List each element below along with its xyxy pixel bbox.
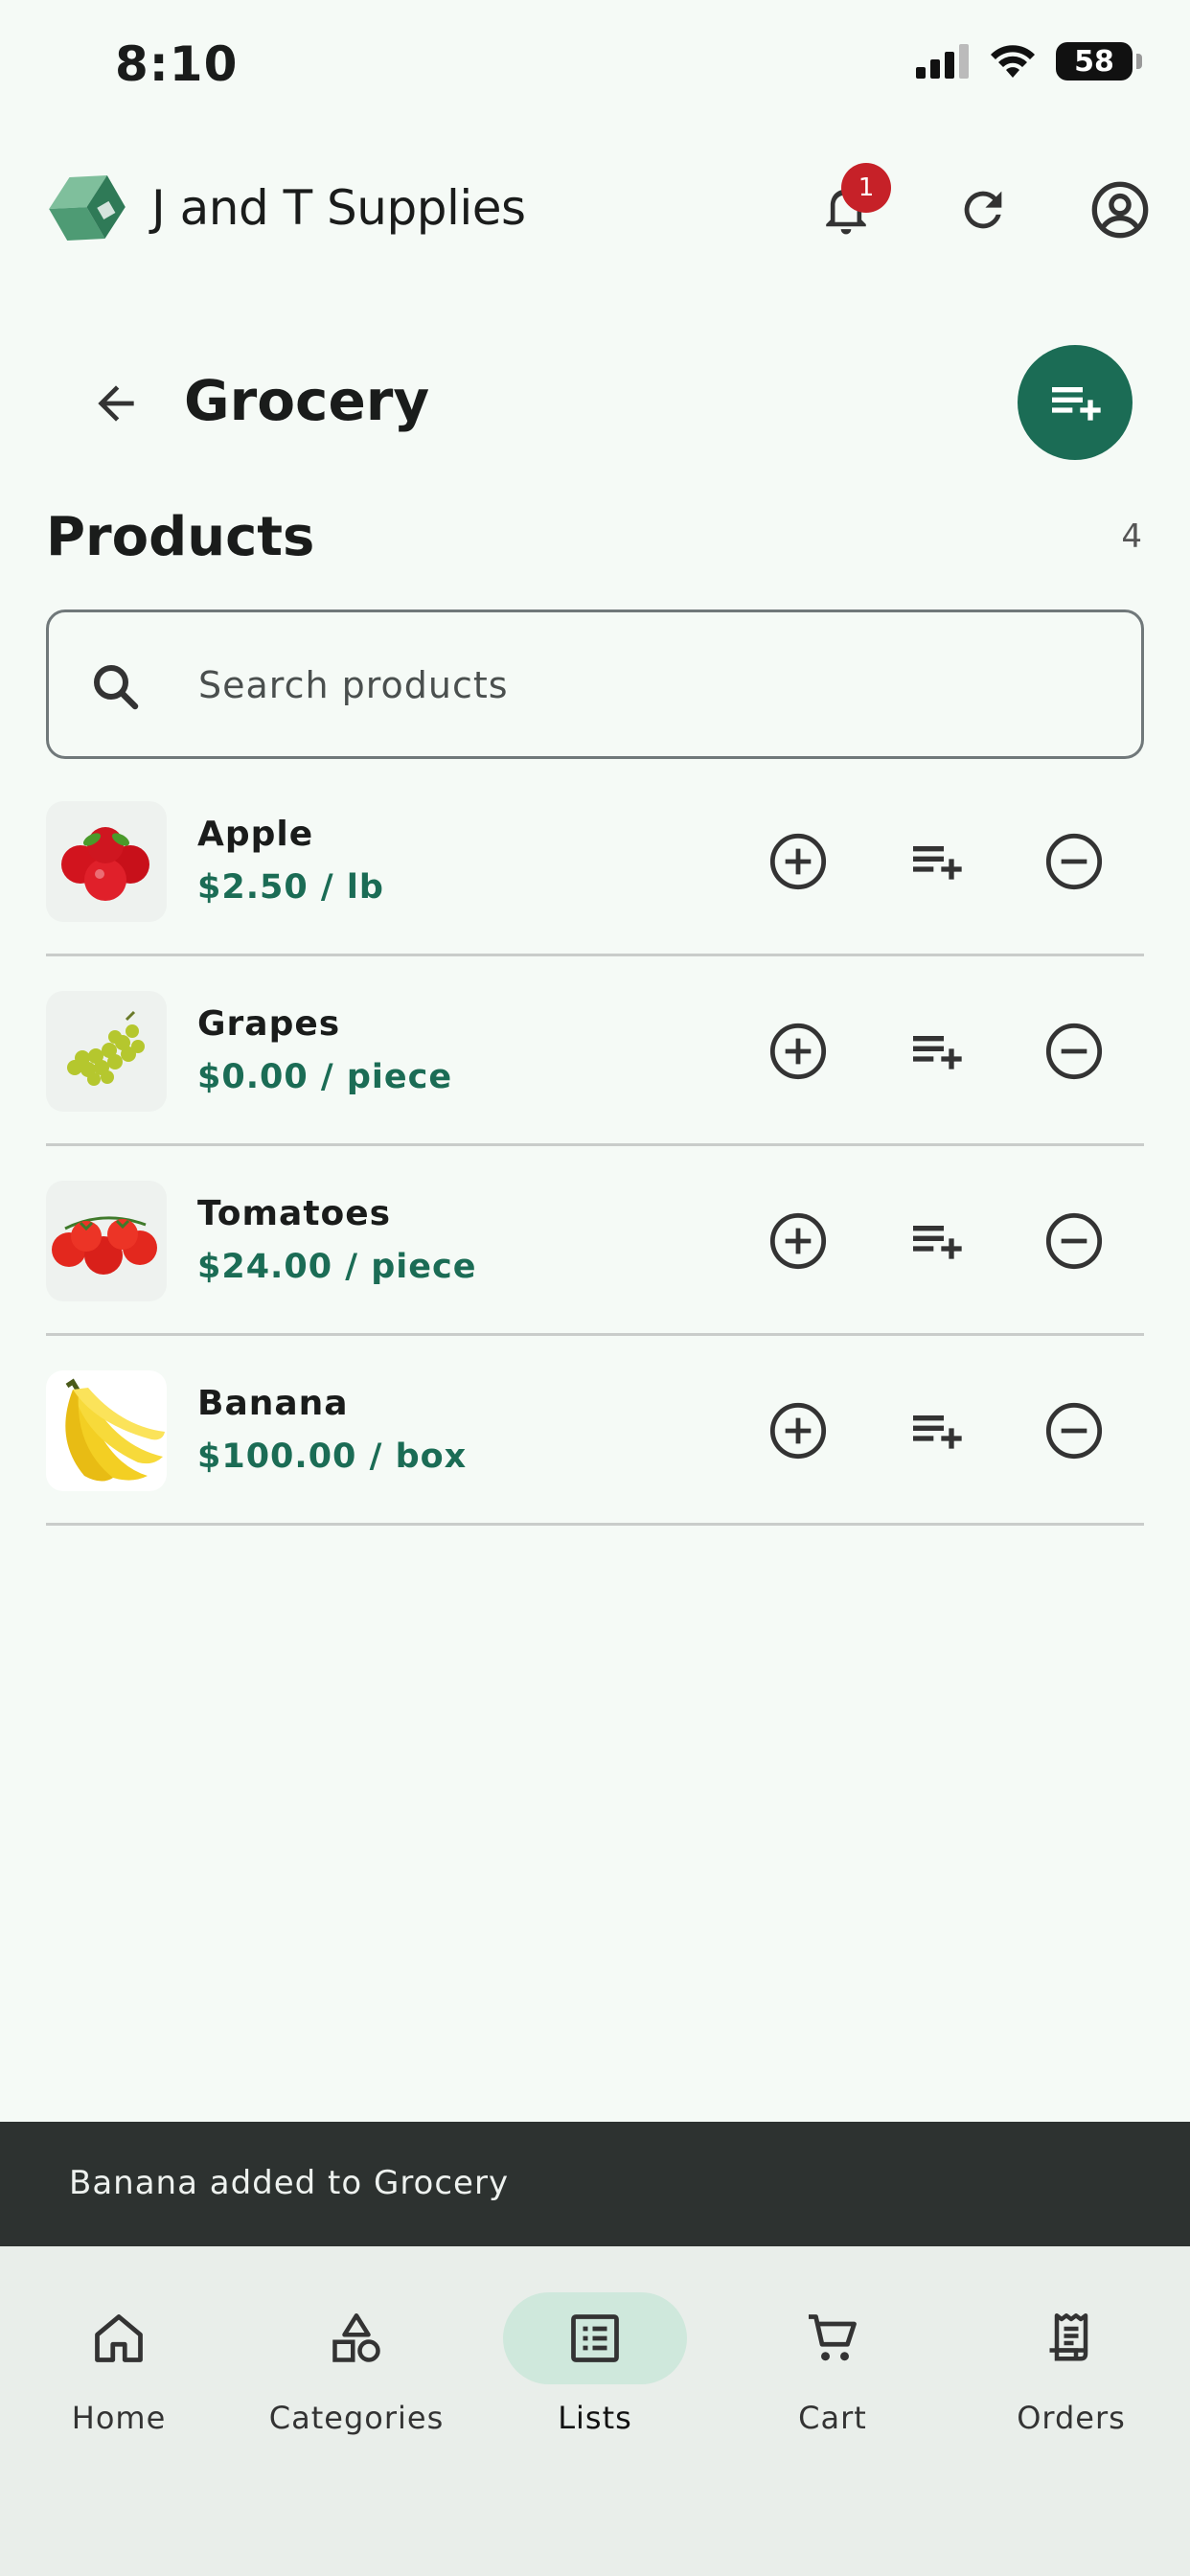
products-heading: Products bbox=[46, 506, 315, 568]
status-bar: 8:10 58 bbox=[0, 0, 1190, 134]
search-input[interactable] bbox=[198, 651, 1061, 720]
add-circle-icon bbox=[769, 833, 827, 890]
account-circle-icon bbox=[1091, 181, 1149, 239]
nav-item-cart[interactable]: Cart bbox=[741, 2292, 978, 2436]
nav-item-home[interactable]: Home bbox=[27, 2292, 264, 2436]
nav-item-lists[interactable]: Lists bbox=[503, 2292, 741, 2436]
product-price: $0.00 / piece bbox=[197, 1058, 453, 1096]
remove-button[interactable] bbox=[1031, 1008, 1117, 1094]
search-field[interactable] bbox=[46, 610, 1144, 759]
product-image-grapes bbox=[46, 991, 167, 1112]
add-to-cart-button[interactable] bbox=[755, 1008, 841, 1094]
remove-button[interactable] bbox=[1031, 1388, 1117, 1474]
add-to-list-fab[interactable] bbox=[1018, 345, 1133, 460]
arrow-back-icon bbox=[98, 385, 134, 422]
list-alt-icon bbox=[571, 2314, 619, 2362]
remove-circle-icon bbox=[1045, 1402, 1103, 1460]
add-to-list-button[interactable] bbox=[893, 818, 979, 905]
add-to-cart-button[interactable] bbox=[755, 1198, 841, 1284]
nav-pill bbox=[979, 2292, 1163, 2384]
nav-label: Home bbox=[71, 2400, 167, 2436]
nav-label: Orders bbox=[1017, 2400, 1126, 2436]
playlist-add-icon bbox=[913, 846, 962, 880]
account-button[interactable] bbox=[1077, 167, 1163, 253]
refresh-icon bbox=[964, 191, 1002, 229]
product-name: Grapes bbox=[197, 1004, 341, 1044]
product-price: $100.00 / box bbox=[197, 1438, 468, 1476]
playlist-add-icon bbox=[913, 1226, 962, 1259]
add-circle-icon bbox=[769, 1402, 827, 1460]
nav-pill bbox=[27, 2292, 211, 2384]
nav-label: Categories bbox=[268, 2400, 445, 2436]
status-icons: 58 bbox=[916, 42, 1142, 80]
product-row: Tomatoes $24.00 / piece bbox=[46, 1146, 1144, 1336]
remove-circle-icon bbox=[1045, 833, 1103, 890]
remove-button[interactable] bbox=[1031, 1198, 1117, 1284]
search-icon bbox=[94, 665, 139, 710]
add-circle-icon bbox=[769, 1212, 827, 1270]
products-count: 4 bbox=[1121, 518, 1142, 556]
product-name: Tomatoes bbox=[197, 1194, 392, 1233]
product-image-tomatoes bbox=[46, 1181, 167, 1301]
cart-icon bbox=[809, 2314, 857, 2361]
product-name: Apple bbox=[197, 815, 314, 854]
product-image-banana bbox=[46, 1370, 167, 1491]
remove-button[interactable] bbox=[1031, 818, 1117, 905]
battery-icon: 58 bbox=[1056, 42, 1142, 80]
nav-label: Cart bbox=[798, 2400, 867, 2436]
page-title: Grocery bbox=[184, 368, 430, 433]
nav-pill bbox=[741, 2292, 925, 2384]
product-row: Banana $100.00 / box bbox=[46, 1336, 1144, 1526]
snackbar: Banana added to Grocery bbox=[0, 2122, 1190, 2246]
product-image-apple bbox=[46, 801, 167, 922]
nav-item-categories[interactable]: Categories bbox=[264, 2292, 502, 2436]
nav-label: Lists bbox=[558, 2400, 632, 2436]
refresh-button[interactable] bbox=[940, 167, 1026, 253]
remove-circle-icon bbox=[1045, 1212, 1103, 1270]
notification-badge: 1 bbox=[841, 163, 891, 213]
playlist-add-icon bbox=[913, 1415, 962, 1449]
add-to-cart-button[interactable] bbox=[755, 818, 841, 905]
add-to-list-button[interactable] bbox=[893, 1198, 979, 1284]
receipt-icon bbox=[1049, 2313, 1088, 2361]
add-to-cart-button[interactable] bbox=[755, 1388, 841, 1474]
cellular-signal-icon bbox=[916, 44, 969, 79]
add-to-list-button[interactable] bbox=[893, 1008, 979, 1094]
nav-pill-active bbox=[503, 2292, 687, 2384]
home-icon bbox=[95, 2314, 143, 2362]
playlist-add-icon bbox=[913, 1036, 962, 1070]
product-price: $2.50 / lb bbox=[197, 868, 384, 907]
playlist-add-icon bbox=[1052, 387, 1101, 421]
product-name: Banana bbox=[197, 1384, 349, 1423]
app-bar: J and T Supplies 1 bbox=[0, 153, 1190, 268]
add-to-list-button[interactable] bbox=[893, 1388, 979, 1474]
product-row: Apple $2.50 / lb bbox=[46, 767, 1144, 956]
back-button[interactable] bbox=[73, 360, 159, 447]
shapes-icon bbox=[332, 2313, 380, 2362]
snackbar-message: Banana added to Grocery bbox=[69, 2164, 510, 2202]
wifi-icon bbox=[991, 45, 1035, 78]
nav-item-orders[interactable]: Orders bbox=[979, 2292, 1190, 2436]
status-time: 8:10 bbox=[115, 36, 239, 92]
bottom-navigation: Home Categories Lists Cart Orders bbox=[0, 2246, 1190, 2576]
product-price: $24.00 / piece bbox=[197, 1248, 477, 1286]
app-logo-icon bbox=[49, 175, 126, 241]
nav-pill bbox=[264, 2292, 448, 2384]
product-row: Grapes $0.00 / piece bbox=[46, 956, 1144, 1146]
product-list: Apple $2.50 / lb Grapes $0.00 / piece To… bbox=[46, 767, 1144, 1526]
battery-level: 58 bbox=[1074, 44, 1114, 79]
add-circle-icon bbox=[769, 1023, 827, 1080]
app-title: J and T Supplies bbox=[151, 180, 526, 236]
remove-circle-icon bbox=[1045, 1023, 1103, 1080]
